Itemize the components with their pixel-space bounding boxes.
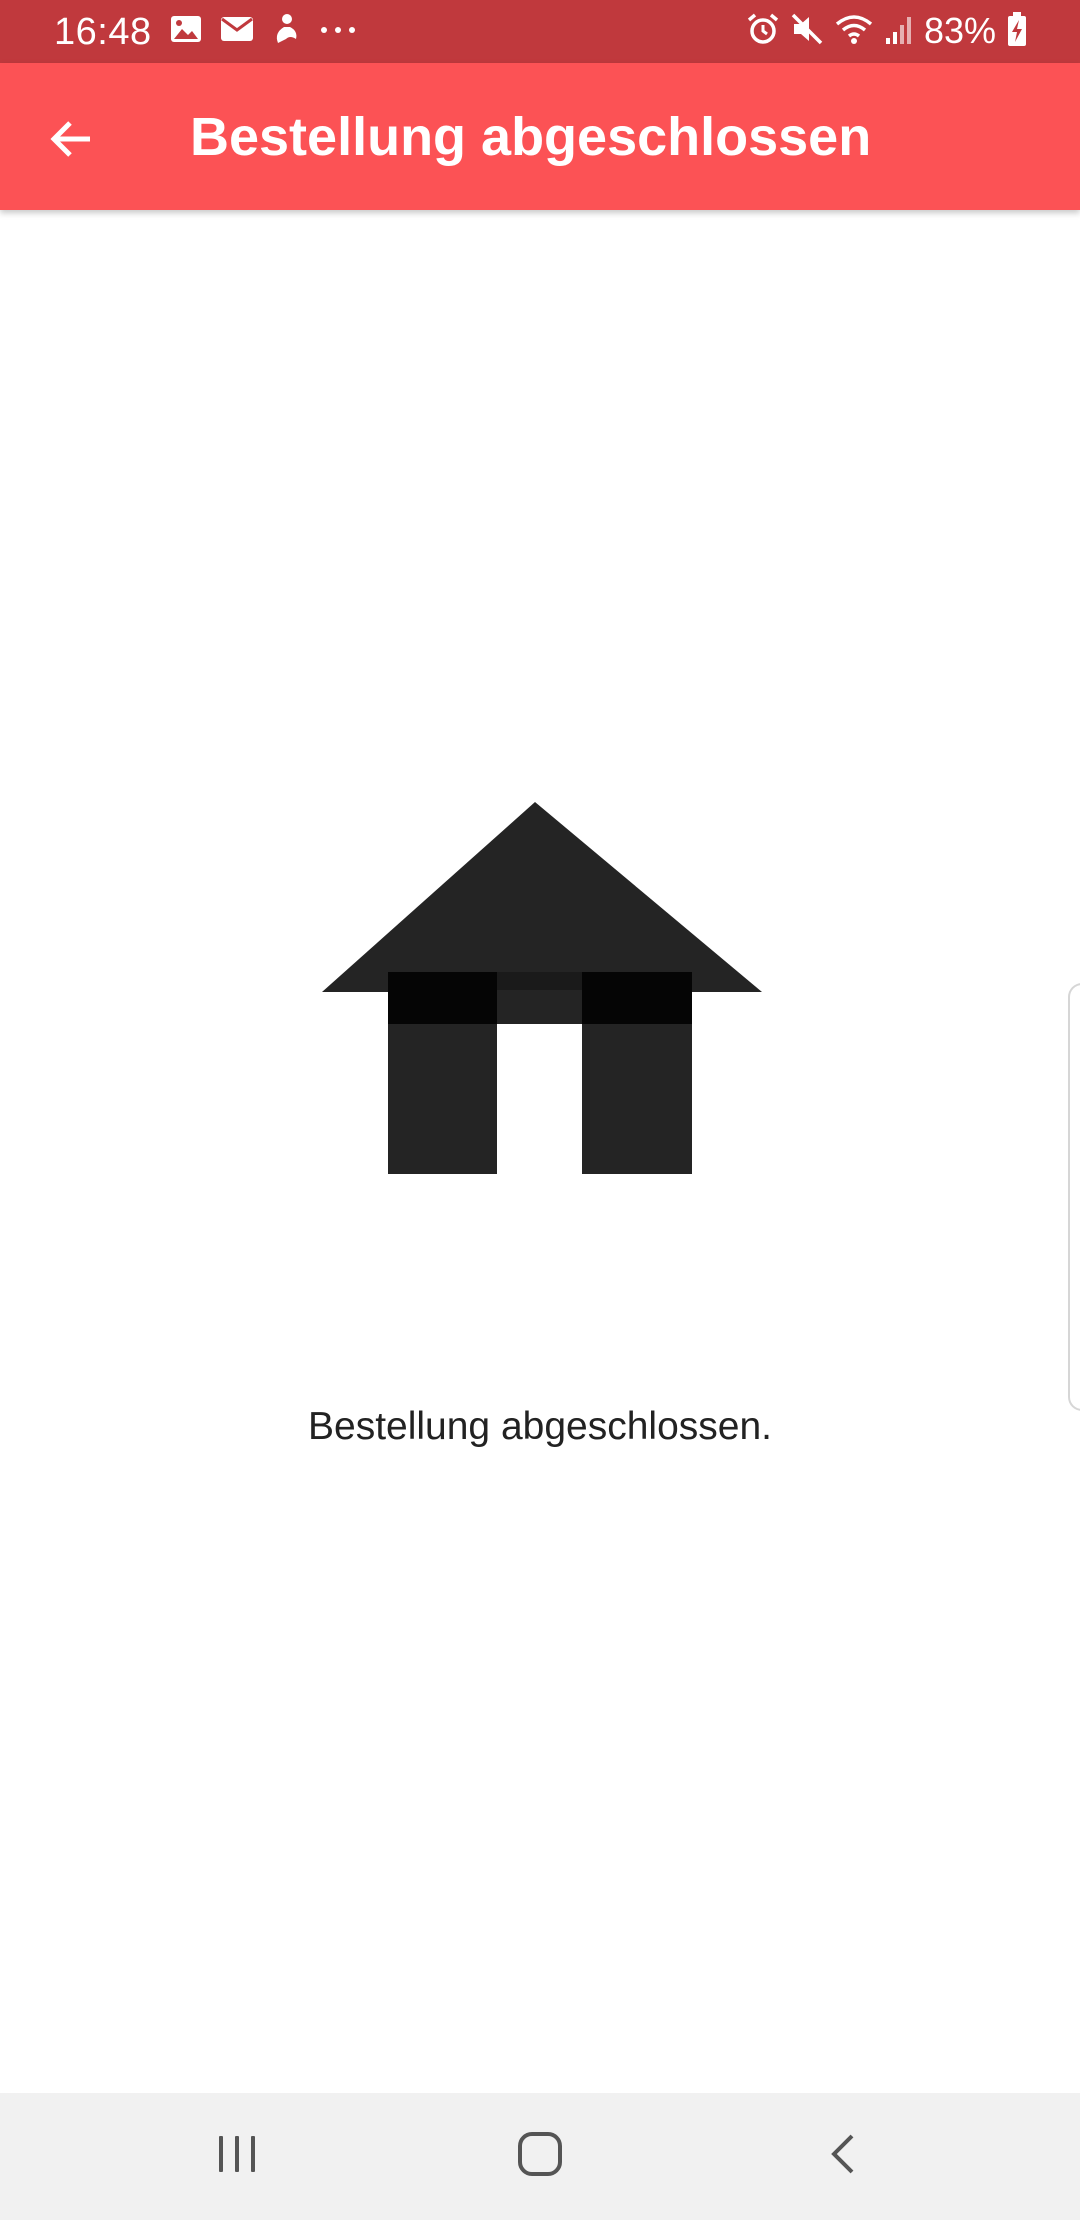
signal-icon xyxy=(884,12,914,51)
notification-icons xyxy=(170,13,358,50)
back-icon xyxy=(828,2132,858,2181)
more-dots-icon xyxy=(318,22,358,40)
arrow-back-icon xyxy=(48,115,96,168)
nav-back-button[interactable] xyxy=(788,2113,898,2199)
battery-level: 83% xyxy=(923,10,996,51)
edge-panel-handle[interactable] xyxy=(1068,983,1080,1411)
app-notification-icon xyxy=(272,13,300,50)
battery-charging-icon xyxy=(1006,11,1028,52)
app-bar: Bestellung abgeschlossen xyxy=(0,63,1080,210)
status-time: 16:48 xyxy=(54,11,152,53)
recent-apps-icon xyxy=(215,2134,259,2179)
content-area: Bestellung abgeschlossen. xyxy=(0,210,1080,2093)
home-button[interactable] xyxy=(485,2113,595,2199)
recent-apps-button[interactable] xyxy=(182,2113,292,2199)
image-icon xyxy=(170,15,202,48)
home-icon xyxy=(517,2131,563,2182)
status-bar: 16:48 83% xyxy=(0,0,1080,63)
email-icon xyxy=(220,16,254,47)
mute-icon xyxy=(790,12,824,51)
alarm-icon xyxy=(746,12,780,51)
house-icon xyxy=(322,802,762,1182)
back-button[interactable] xyxy=(30,99,114,183)
navigation-bar xyxy=(0,2093,1080,2220)
page-title: Bestellung abgeschlossen xyxy=(190,107,872,167)
system-icons: 83% xyxy=(746,10,1028,52)
order-complete-message: Bestellung abgeschlossen. xyxy=(308,1405,772,1448)
wifi-icon xyxy=(834,12,874,51)
